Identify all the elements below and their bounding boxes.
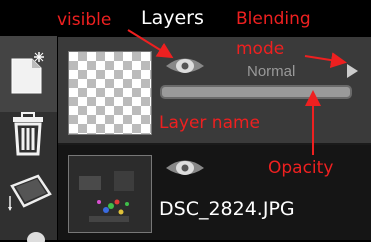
- annotation-arrows: [127, 29, 347, 155]
- arrow-visible: [127, 29, 174, 59]
- arrow-blending-mode: [304, 52, 347, 69]
- layers-panel: Layers Normal DSC_2824.JPG visible Blend…: [0, 0, 371, 242]
